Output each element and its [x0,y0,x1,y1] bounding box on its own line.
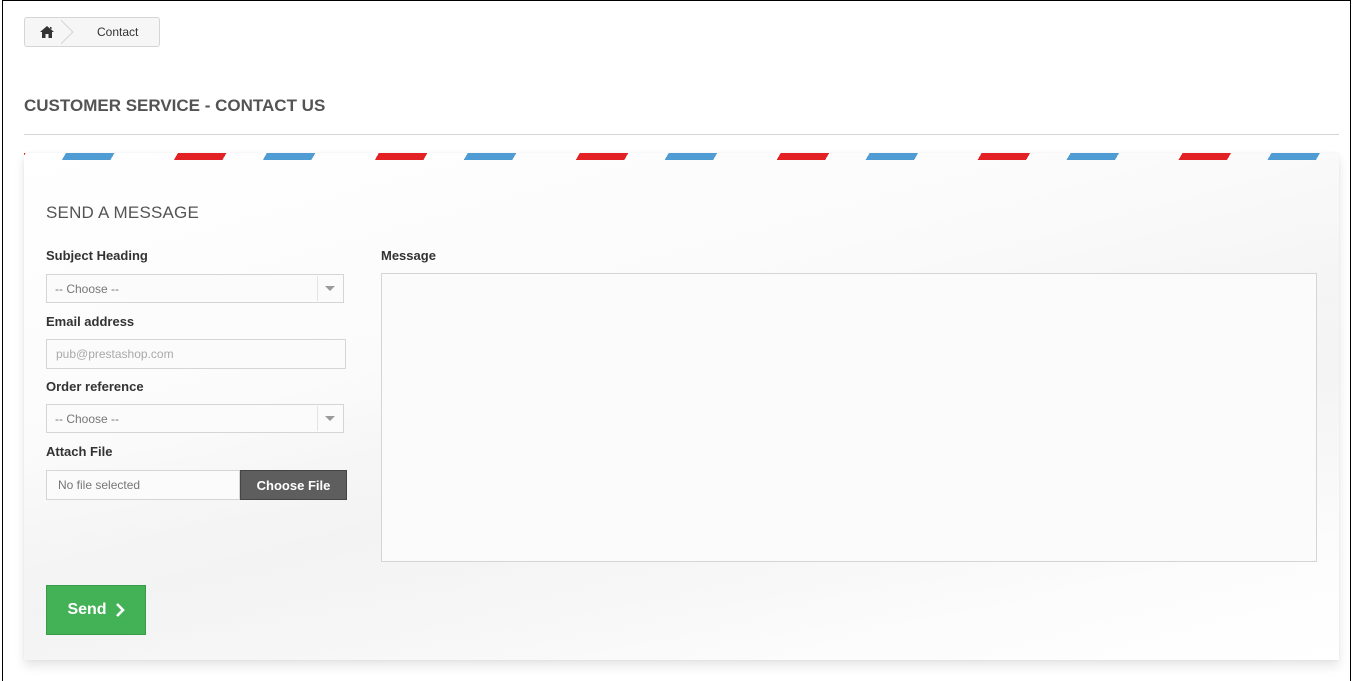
email-field[interactable]: pub@prestashop.com [46,339,346,369]
contact-form-box: SEND A MESSAGE Subject Heading -- Choose… [24,153,1339,660]
email-address-label: Email address [46,314,135,329]
breadcrumb-separator [61,18,91,46]
chevron-down-icon [317,406,342,431]
form-title: SEND A MESSAGE [46,203,200,222]
chevron-right-icon [115,603,125,617]
email-placeholder: pub@prestashop.com [56,347,174,361]
heading-divider [24,134,1339,135]
home-icon [40,26,54,38]
order-reference-select[interactable]: -- Choose -- [46,404,344,433]
message-textarea[interactable] [381,273,1317,562]
attach-file-label: Attach File [46,444,113,459]
file-status-field[interactable]: No file selected [46,470,240,500]
send-button-label: Send [67,601,107,618]
order-reference-label: Order reference [46,379,144,394]
choose-file-button[interactable]: Choose File [240,470,347,500]
message-label: Message [381,248,436,263]
subject-heading-label: Subject Heading [46,248,148,263]
order-reference-value: -- Choose -- [55,411,120,426]
breadcrumb: Contact [24,17,160,47]
page-title: CUSTOMER SERVICE - CONTACT US [24,96,326,115]
send-button[interactable]: Send [46,585,146,635]
airmail-stripes [24,153,1339,160]
subject-heading-value: -- Choose -- [55,281,120,296]
chevron-down-icon [317,276,342,301]
subject-heading-select[interactable]: -- Choose -- [46,274,344,303]
file-status-text: No file selected [58,478,141,492]
